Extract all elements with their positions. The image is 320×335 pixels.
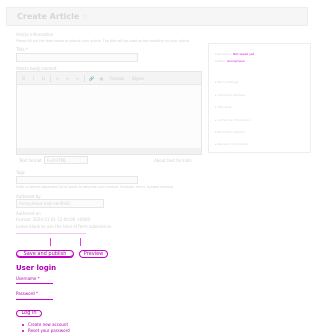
link-icon[interactable]: 🔗 [88,75,95,82]
bullet-icon [22,324,24,326]
toolbar-divider [84,74,85,82]
last-saved: Last saved: Not saved yet [215,52,254,56]
last-saved-label: Last saved: [215,52,233,56]
title-label: Title * [16,47,28,52]
italic-icon[interactable]: I [30,75,37,82]
sidebar-meta: Last saved: Not saved yet Author: Anonym… [208,43,311,153]
reset-password-link[interactable]: Reset your password [28,328,70,333]
password-label: Password * [16,291,38,296]
sidebar-item-authoring[interactable]: ▸ Authoring information [215,118,250,122]
sidebar-item-url-alias[interactable]: ▸ URL alias [215,105,231,109]
username-label: Username * [16,276,40,281]
authored-on-help: Format: 2024-01-01 12:00:00 +0000 [16,217,90,222]
authored-on-label: Authored on [16,211,41,216]
user-login-title: User login [16,264,57,272]
editor-toolbar: B I U ≡ ≡ ≡ 🔗 ▣ Format Styles [17,72,201,85]
password-input[interactable] [16,299,53,300]
body-editor[interactable]: B I U ≡ ≡ ≡ 🔗 ▣ Format Styles [16,71,202,155]
tags-help: Enter a comma-separated list of words to… [16,185,174,189]
intro-text: Please fill out the form below to submit… [16,39,190,43]
tags-input[interactable] [16,176,138,184]
align-left-icon[interactable]: ≡ [54,75,61,82]
preview-button[interactable]: Preview [79,250,108,258]
bullet-icon [22,330,24,332]
sidebar-item-menu-settings[interactable]: ▸ Menu settings [215,80,239,84]
text-format-select[interactable]: Full HTML [44,156,88,164]
drag-handle [50,238,51,246]
author-info-value: Anonymous [227,59,245,63]
page-title: Create Article ☆ [17,12,88,21]
timezone-note: Leave blank to use the time of form subm… [16,224,113,229]
sidebar-item-promotion[interactable]: ▸ Promotion options [215,130,245,134]
toolbar-divider [50,74,51,82]
divider [16,233,86,234]
align-right-icon[interactable]: ≡ [74,75,81,82]
page-title-text: Create Article [17,12,80,21]
author-info-label: Author: [215,59,227,63]
styles-dropdown[interactable]: Styles [129,75,147,82]
text-format-help-link[interactable]: About text formats [154,158,192,163]
username-input[interactable] [16,283,53,284]
title-input[interactable] [16,53,138,62]
image-icon[interactable]: ▣ [98,75,105,82]
format-dropdown[interactable]: Format [108,75,126,82]
editor-statusbar [17,148,201,154]
page-header: Create Article ☆ [6,7,308,26]
sidebar-item-revision[interactable]: ▸ Revision information [215,142,248,146]
star-icon[interactable]: ☆ [81,12,88,21]
sidebar-item-comment-settings[interactable]: ▸ Comment settings [215,93,245,97]
last-saved-value: Not saved yet [233,52,254,56]
tags-label: Tags [16,170,25,175]
text-format-label: Text format [19,158,42,163]
underline-icon[interactable]: U [40,75,47,82]
author-info: Author: Anonymous [215,59,245,63]
align-center-icon[interactable]: ≡ [64,75,71,82]
author-input[interactable]: Anonymous (not verified) [16,199,104,208]
save-button[interactable]: Save and publish [16,250,74,258]
create-account-link[interactable]: Create new account [28,322,68,327]
bold-icon[interactable]: B [20,75,27,82]
intro-heading: Article information [16,32,54,37]
login-button[interactable]: Log in [16,310,42,317]
drag-handle [80,238,81,246]
